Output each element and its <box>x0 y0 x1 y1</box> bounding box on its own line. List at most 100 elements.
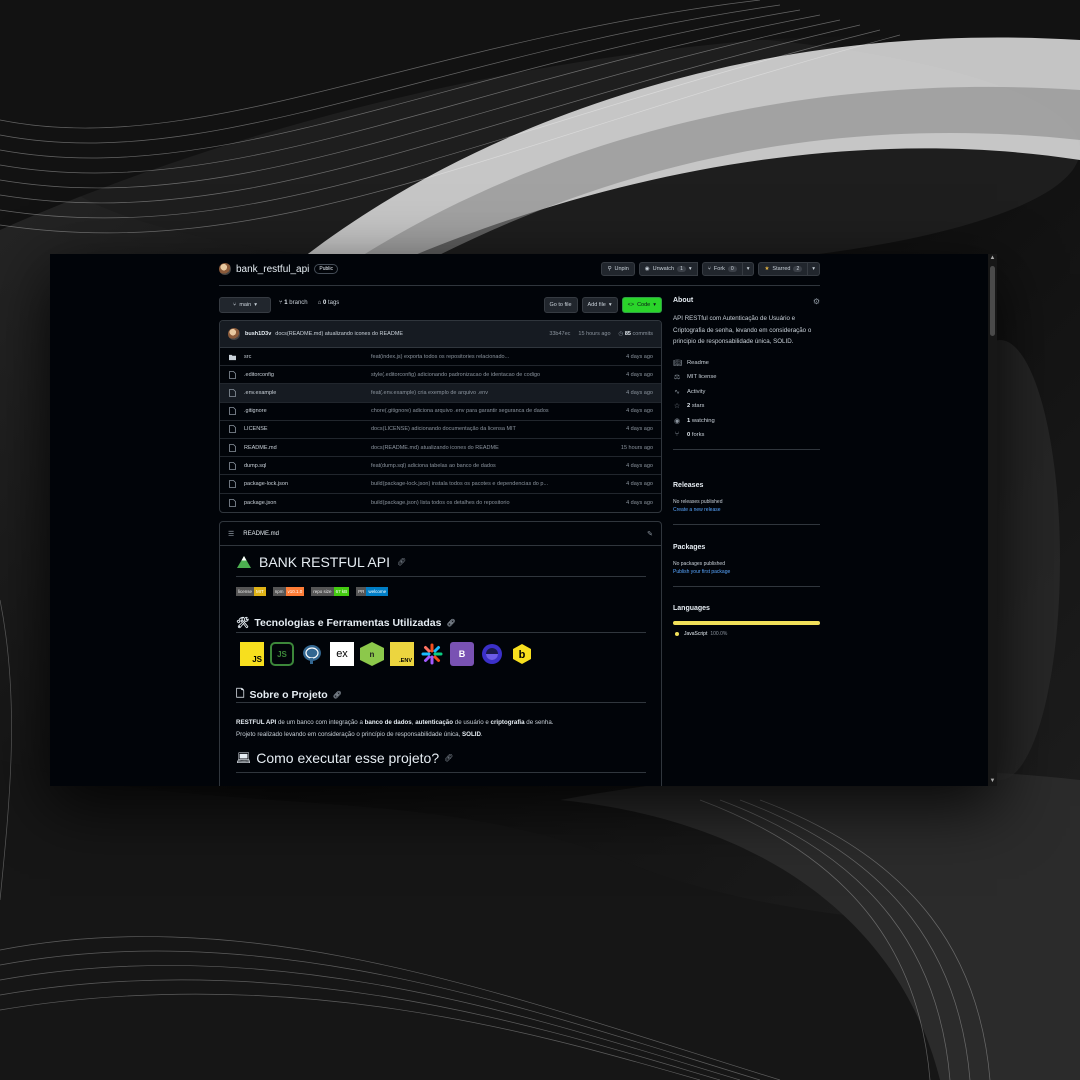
sidebar-divider <box>673 586 820 587</box>
file-row[interactable]: .editorconfig style(.editorconfig) adicio… <box>220 366 661 385</box>
tags-link[interactable]: ⌂ 0 tags <box>318 300 340 306</box>
file-row[interactable]: .gitignore chore(.gitignore) adiciona arq… <box>220 403 661 421</box>
commit-author-avatar[interactable] <box>228 328 240 340</box>
link-icon[interactable]: 🔗︎ <box>446 619 455 627</box>
file-row[interactable]: package.json build(package.json) lista to… <box>220 494 661 512</box>
postgresql-icon <box>300 642 324 666</box>
fork-dropdown-button[interactable]: ▾ <box>742 262 755 276</box>
file-row[interactable]: .env.example feat(.env.example) cria exem… <box>220 384 661 403</box>
file-name[interactable]: package-lock.json <box>244 481 288 487</box>
scale-icon: ⚖ <box>673 374 681 382</box>
releases-title[interactable]: Releases <box>673 482 820 489</box>
link-icon[interactable]: 🔗︎ <box>444 754 453 762</box>
commit-author[interactable]: bush1D3v <box>245 331 271 337</box>
packages-title[interactable]: Packages <box>673 544 820 551</box>
repo-header: bank_restful_api Public ⚲ Unpin ◉ Unwatc… <box>219 262 820 286</box>
add-file-button[interactable]: Add file ▾ <box>581 297 618 313</box>
sidebar-link[interactable]: ◉ 1 watching <box>673 413 820 427</box>
file-name[interactable]: LICENSE <box>244 426 268 432</box>
link-icon[interactable]: 🔗︎ <box>333 691 342 699</box>
starred-button[interactable]: ★ Starred 2 <box>758 262 809 276</box>
file-commit-message[interactable]: feat(dump.sql) adiciona tabelas ao banco… <box>371 463 591 469</box>
create-release-link[interactable]: Create a new release <box>673 507 820 513</box>
unpin-button[interactable]: ⚲ Unpin <box>601 262 635 276</box>
scroll-down-icon[interactable]: ▼ <box>989 778 996 785</box>
file-name[interactable]: src <box>244 354 251 360</box>
link-icon[interactable]: 🔗︎ <box>397 558 406 566</box>
language-javascript[interactable]: JavaScript 100.0% <box>673 631 820 637</box>
code-button[interactable]: <> Code ▾ <box>621 297 662 313</box>
repo-name[interactable]: bank_restful_api <box>236 264 309 275</box>
file-name[interactable]: package.json <box>244 500 276 506</box>
file-name[interactable]: .env.example <box>244 390 276 396</box>
file-name[interactable]: .gitignore <box>244 408 267 414</box>
text-bold: banco de dados <box>364 719 412 726</box>
caret-down-icon: ▾ <box>254 302 257 308</box>
file-row[interactable]: README.md docs(README.md) atualizando ico… <box>220 439 661 458</box>
shield-badge[interactable]: repo size 67 kB <box>311 587 350 596</box>
repo-title: bank_restful_api Public <box>219 263 339 275</box>
scrollbar[interactable]: ▲ ▼ <box>988 254 997 786</box>
file-row[interactable]: package-lock.json build(package-lock.json… <box>220 475 661 494</box>
sidebar-link[interactable]: 📖︎ Readme <box>673 356 820 370</box>
bcrypt-icon: b <box>510 642 534 666</box>
commits-link[interactable]: ◷ 85 commits <box>619 331 653 337</box>
file-row[interactable]: LICENSE docs(LICENSE) adicionando documen… <box>220 421 661 439</box>
repo-actions: ⚲ Unpin ◉ Unwatch 1 ▾ ⑂ Fork 0 ▾ ★ Starr… <box>601 262 820 276</box>
readme-filename[interactable]: README.md <box>243 531 279 537</box>
releases-section: Releases No releases published Create a … <box>673 482 820 525</box>
run-divider <box>236 772 646 773</box>
tech-divider <box>236 632 646 633</box>
file-name[interactable]: .editorconfig <box>244 372 274 378</box>
file-commit-date: 4 days ago <box>626 371 653 378</box>
edit-icon[interactable]: ✎ <box>647 530 653 538</box>
file-name[interactable]: README.md <box>244 445 277 451</box>
star-dropdown-button[interactable]: ▾ <box>808 262 820 276</box>
fork-button[interactable]: ⑂ Fork 0 <box>701 262 743 276</box>
file-row[interactable]: dump.sql feat(dump.sql) adiciona tabelas … <box>220 457 661 476</box>
file-commit-message[interactable]: chore(.gitignore) adiciona arquivo .env … <box>371 408 591 414</box>
gear-icon[interactable]: ⚙ <box>813 297 820 306</box>
file-commit-message[interactable]: build(package-lock.json) instala todos o… <box>371 481 591 487</box>
sidebar-link[interactable]: ☆ 2 stars <box>673 399 820 413</box>
file-icon <box>229 370 236 379</box>
sidebar-link[interactable]: ⚖ MIT license <box>673 370 820 384</box>
branch-selector[interactable]: ⑂ main ▾ <box>219 297 271 313</box>
file-commit-message[interactable]: docs(README.md) atualizando icones do RE… <box>371 445 591 451</box>
eye-icon: ◉ <box>644 266 650 272</box>
commit-hash[interactable]: 33b47ec <box>549 331 570 337</box>
unwatch-button[interactable]: ◉ Unwatch 1 ▾ <box>638 262 698 276</box>
file-commit-message[interactable]: docs(LICENSE) adicionando documentação d… <box>371 426 591 432</box>
file-row[interactable]: src feat(index.js) exporta todos os repos… <box>220 348 661 367</box>
file-commit-message[interactable]: build(package.json) lista todos os detal… <box>371 500 591 506</box>
scroll-thumb[interactable] <box>990 266 995 336</box>
file-commit-message[interactable]: feat(.env.example) cria exemplo de arqui… <box>371 390 591 396</box>
shield-badge[interactable]: license MIT <box>236 587 266 596</box>
owner-avatar[interactable] <box>219 263 231 275</box>
list-icon[interactable]: ☰ <box>228 530 234 538</box>
publish-package-link[interactable]: Publish your first package <box>673 569 820 575</box>
header-divider <box>219 285 820 286</box>
sidebar-link[interactable]: ∿ Activity <box>673 385 820 399</box>
file-commit-date: 15 hours ago <box>620 444 653 451</box>
shield-badge[interactable]: npm v10.1.0 <box>272 587 305 596</box>
go-to-file-button[interactable]: Go to file <box>543 297 578 313</box>
file-commit-message[interactable]: feat(index.js) exporta todos os reposito… <box>371 354 591 360</box>
scroll-up-icon[interactable]: ▲ <box>989 255 996 262</box>
sidebar-link-text: 1 watching <box>687 418 715 424</box>
fork-icon: ⑂ <box>707 266 711 272</box>
file-browser: bush1D3v docs(README.md) atualizando ico… <box>219 320 662 513</box>
sidebar-link[interactable]: ⑂ 0 forks <box>673 428 820 442</box>
file-name[interactable]: dump.sql <box>244 463 266 469</box>
branches-link[interactable]: ⑂ 1 branch <box>279 300 308 306</box>
text: . <box>480 731 483 738</box>
shield-badge[interactable]: PR welcome <box>356 587 389 596</box>
file-commit-date: 4 days ago <box>626 499 653 506</box>
file-icon <box>229 480 236 488</box>
fork-label: Fork <box>713 266 725 272</box>
add-file-label: Add file <box>587 302 606 308</box>
title-divider <box>236 576 646 577</box>
shield-value: MIT <box>254 587 266 596</box>
file-commit-message[interactable]: style(.editorconfig) adicionando padroni… <box>371 372 591 378</box>
commit-message[interactable]: docs(README.md) atualizando icones do RE… <box>275 331 403 337</box>
